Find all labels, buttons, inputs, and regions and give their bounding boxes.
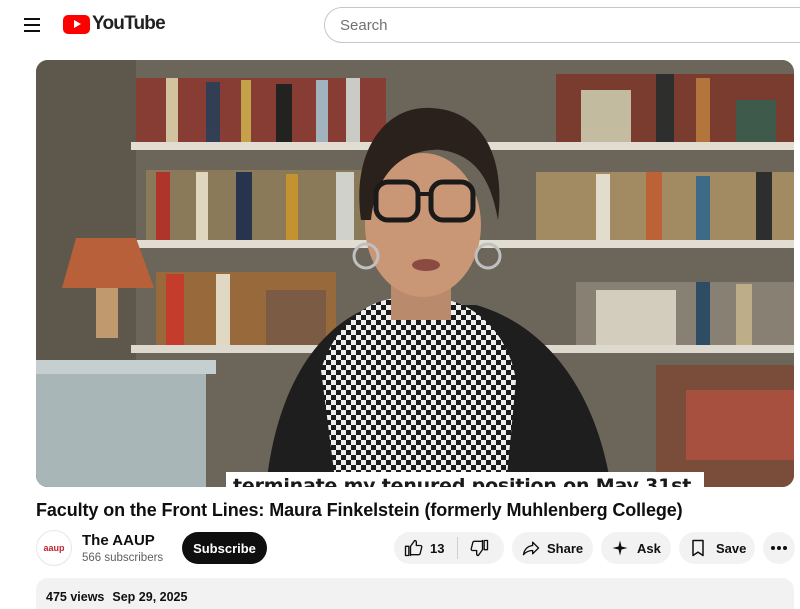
like-button[interactable]: 13 [394,532,444,564]
youtube-play-icon [63,14,90,34]
view-count: 475 views [46,590,105,604]
channel-name[interactable]: The AAUP [82,532,155,549]
video-title: Faculty on the Front Lines: Maura Finkel… [36,500,683,520]
like-dislike-group: 13 [394,532,504,564]
dislike-button[interactable] [458,532,490,564]
avatar-text: aaup [43,543,65,553]
save-label: Save [716,540,747,556]
more-actions-button[interactable] [763,532,795,564]
share-button[interactable]: Share [512,532,593,564]
video-player[interactable]: terminate my tenured position on May 31s… [36,60,794,487]
description-box[interactable]: 475 views Sep 29, 2025 [36,578,794,609]
save-button[interactable]: Save [679,532,755,564]
menu-icon-line [24,24,40,26]
menu-icon-line [24,18,40,20]
thumbs-down-icon [471,539,489,557]
masthead: YouTube [0,0,800,50]
like-count: 13 [430,540,445,556]
video-frame [36,60,794,487]
bookmark-icon [692,539,704,557]
subscriber-count: 566 subscribers [82,552,164,564]
search-input[interactable] [324,7,800,43]
share-label: Share [547,540,584,556]
more-horizontal-icon [771,546,787,550]
video-caption: terminate my tenured position on May 31s… [226,472,705,487]
thumbs-up-icon [404,539,423,557]
channel-avatar[interactable]: aaup [36,530,72,566]
logo-text: YouTube [92,13,166,34]
upload-date: Sep 29, 2025 [112,590,188,604]
menu-icon-line [24,30,40,32]
ask-button[interactable]: Ask [601,532,671,564]
ask-label: Ask [637,540,661,556]
youtube-logo[interactable]: YouTube [63,13,166,35]
subscribe-button[interactable]: Subscribe [182,532,267,564]
menu-button[interactable] [16,12,48,38]
share-icon [522,541,540,556]
sparkle-icon [612,540,628,556]
